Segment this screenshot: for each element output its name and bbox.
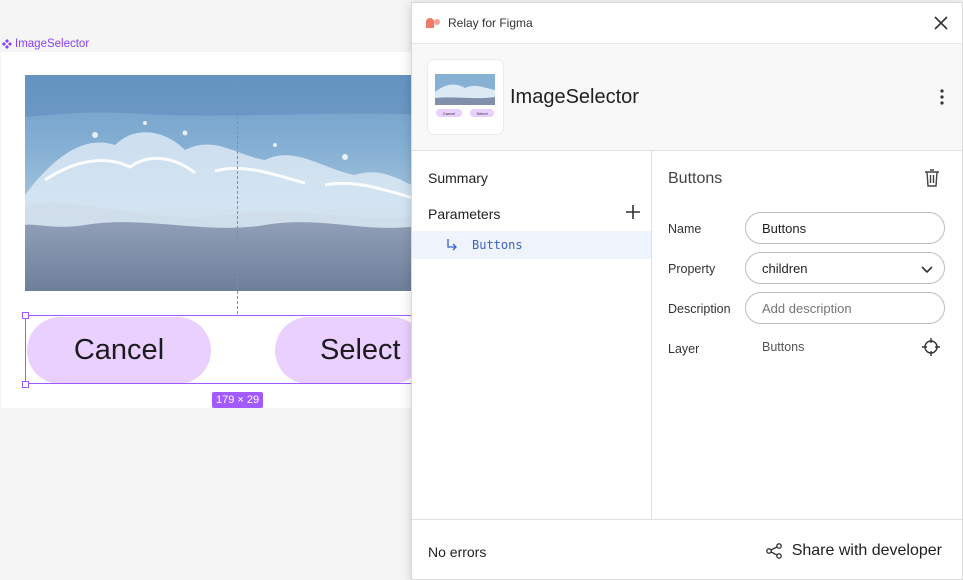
plugin-titlebar: Relay for Figma xyxy=(412,3,962,44)
component-name: ImageSelector xyxy=(510,86,639,108)
property-select[interactable]: children xyxy=(745,252,945,284)
name-field[interactable] xyxy=(745,212,945,244)
plugin-title: Relay for Figma xyxy=(448,16,533,30)
share-with-developer-button[interactable]: Share with developer xyxy=(765,542,942,560)
parameter-item-label: Buttons xyxy=(472,238,523,252)
crosshair-icon[interactable] xyxy=(922,338,940,356)
close-icon[interactable] xyxy=(934,16,948,30)
dimension-badge: 179 × 29 xyxy=(212,392,264,408)
share-button-label: Share with developer xyxy=(791,542,942,559)
description-label: Description xyxy=(668,302,731,316)
component-thumbnail: Cancel Select xyxy=(428,60,503,134)
plugin-footer: No errors Share with developer xyxy=(412,519,962,580)
center-guide-line xyxy=(237,76,238,314)
property-label: Property xyxy=(668,262,716,276)
selection-box[interactable] xyxy=(25,315,425,384)
component-header: Cancel Select ImageSelector xyxy=(412,44,962,151)
error-status: No errors xyxy=(428,544,487,560)
parameter-detail-panel: Buttons Name Property children Descripti… xyxy=(652,151,962,520)
frame-label-text: ImageSelector xyxy=(15,38,90,50)
description-field[interactable] xyxy=(745,292,945,324)
detail-title: Buttons xyxy=(668,170,723,187)
thumbnail-photo xyxy=(435,74,495,105)
thumbnail-cancel-pill: Cancel xyxy=(436,109,462,117)
selection-handle-bottom-left[interactable] xyxy=(22,381,29,388)
trash-icon[interactable] xyxy=(924,169,940,187)
component-icon xyxy=(2,39,12,49)
thumbnail-select-pill: Select xyxy=(470,109,494,117)
relay-plugin-window: Relay for Figma Cancel Select ImageSelec… xyxy=(411,2,963,580)
more-vertical-icon[interactable] xyxy=(934,88,950,106)
subdirectory-arrow-icon xyxy=(447,239,457,251)
selection-handle-top-left[interactable] xyxy=(22,312,29,319)
property-select-value: children xyxy=(762,260,808,276)
wave-photo xyxy=(25,75,425,291)
frame-label[interactable]: ImageSelector xyxy=(2,38,89,50)
relay-logo-icon xyxy=(426,18,440,28)
layer-label: Layer xyxy=(668,342,700,356)
chevron-down-icon xyxy=(921,266,933,274)
sidebar-item-summary[interactable]: Summary xyxy=(428,170,488,186)
share-icon xyxy=(765,543,782,559)
plus-icon[interactable] xyxy=(625,204,641,220)
sidebar-item-parameters[interactable]: Parameters xyxy=(428,206,500,222)
plugin-sidebar: Summary Parameters Buttons xyxy=(412,151,652,520)
layer-value: Buttons xyxy=(762,340,805,354)
name-label: Name xyxy=(668,222,702,236)
parameter-item-buttons[interactable]: Buttons xyxy=(412,231,651,259)
